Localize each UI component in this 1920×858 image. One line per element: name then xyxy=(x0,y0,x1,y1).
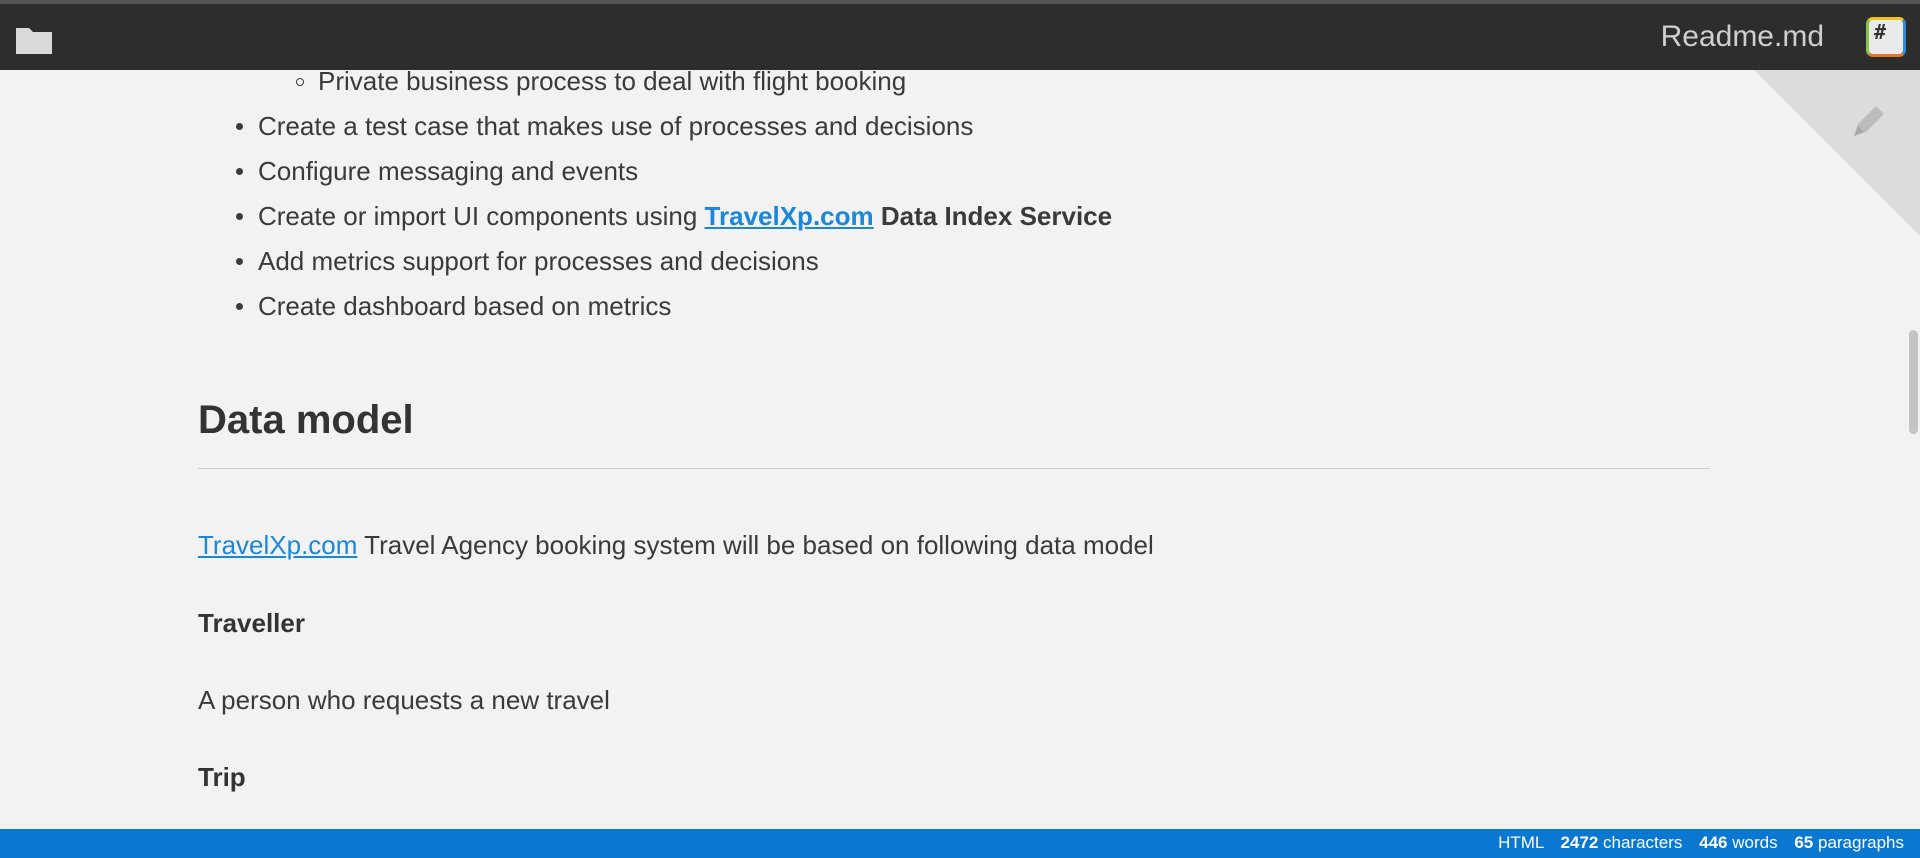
document-stats: HTML 2472 characters 446 words 65 paragr… xyxy=(1498,833,1904,853)
travelxp-intro-link[interactable]: TravelXp.com xyxy=(198,530,357,560)
format-label: HTML xyxy=(1498,833,1544,852)
list-item: Create or import UI components using Tra… xyxy=(235,199,1113,233)
traveller-description: A person who requests a new travel xyxy=(198,685,610,715)
traveller-heading: Traveller xyxy=(198,608,305,638)
list-item: Private business process to deal with fl… xyxy=(295,66,907,96)
list-item-prefix: Create or import UI components using xyxy=(258,201,705,231)
document-title: Readme.md xyxy=(1660,20,1824,53)
heading-divider xyxy=(198,468,1710,469)
paragraphs-count: 65 xyxy=(1794,833,1814,852)
hash-icon: # xyxy=(1874,20,1887,44)
paragraphs-label: paragraphs xyxy=(1817,833,1904,852)
markdown-mode-button[interactable]: # xyxy=(1866,17,1906,57)
list-item: Create a test case that makes use of pro… xyxy=(235,111,974,141)
intro-text: Travel Agency booking system will be bas… xyxy=(357,530,1154,560)
list-item: Create dashboard based on metrics xyxy=(235,291,672,321)
edit-corner xyxy=(1754,70,1920,236)
section-heading: Data model xyxy=(198,398,414,442)
data-index-service-text: Data Index Service xyxy=(880,201,1113,231)
characters-label: characters xyxy=(1603,833,1683,852)
characters-count: 2472 xyxy=(1560,833,1599,852)
status-bar: HTML 2472 characters 446 words 65 paragr… xyxy=(0,829,1920,858)
words-label: words xyxy=(1732,833,1778,852)
pencil-icon[interactable] xyxy=(1850,100,1888,140)
list-item: Configure messaging and events xyxy=(235,156,639,186)
top-bar: Readme.md # xyxy=(0,0,1920,70)
scrollbar-thumb[interactable] xyxy=(1909,330,1918,434)
folder-icon[interactable] xyxy=(14,24,54,56)
list-item: Add metrics support for processes and de… xyxy=(236,246,819,276)
words-count: 446 xyxy=(1699,833,1728,852)
travelxp-link[interactable]: TravelXp.com xyxy=(705,201,874,231)
trip-heading: Trip xyxy=(198,762,246,792)
intro-paragraph: TravelXp.com Travel Agency booking syste… xyxy=(198,530,1154,561)
